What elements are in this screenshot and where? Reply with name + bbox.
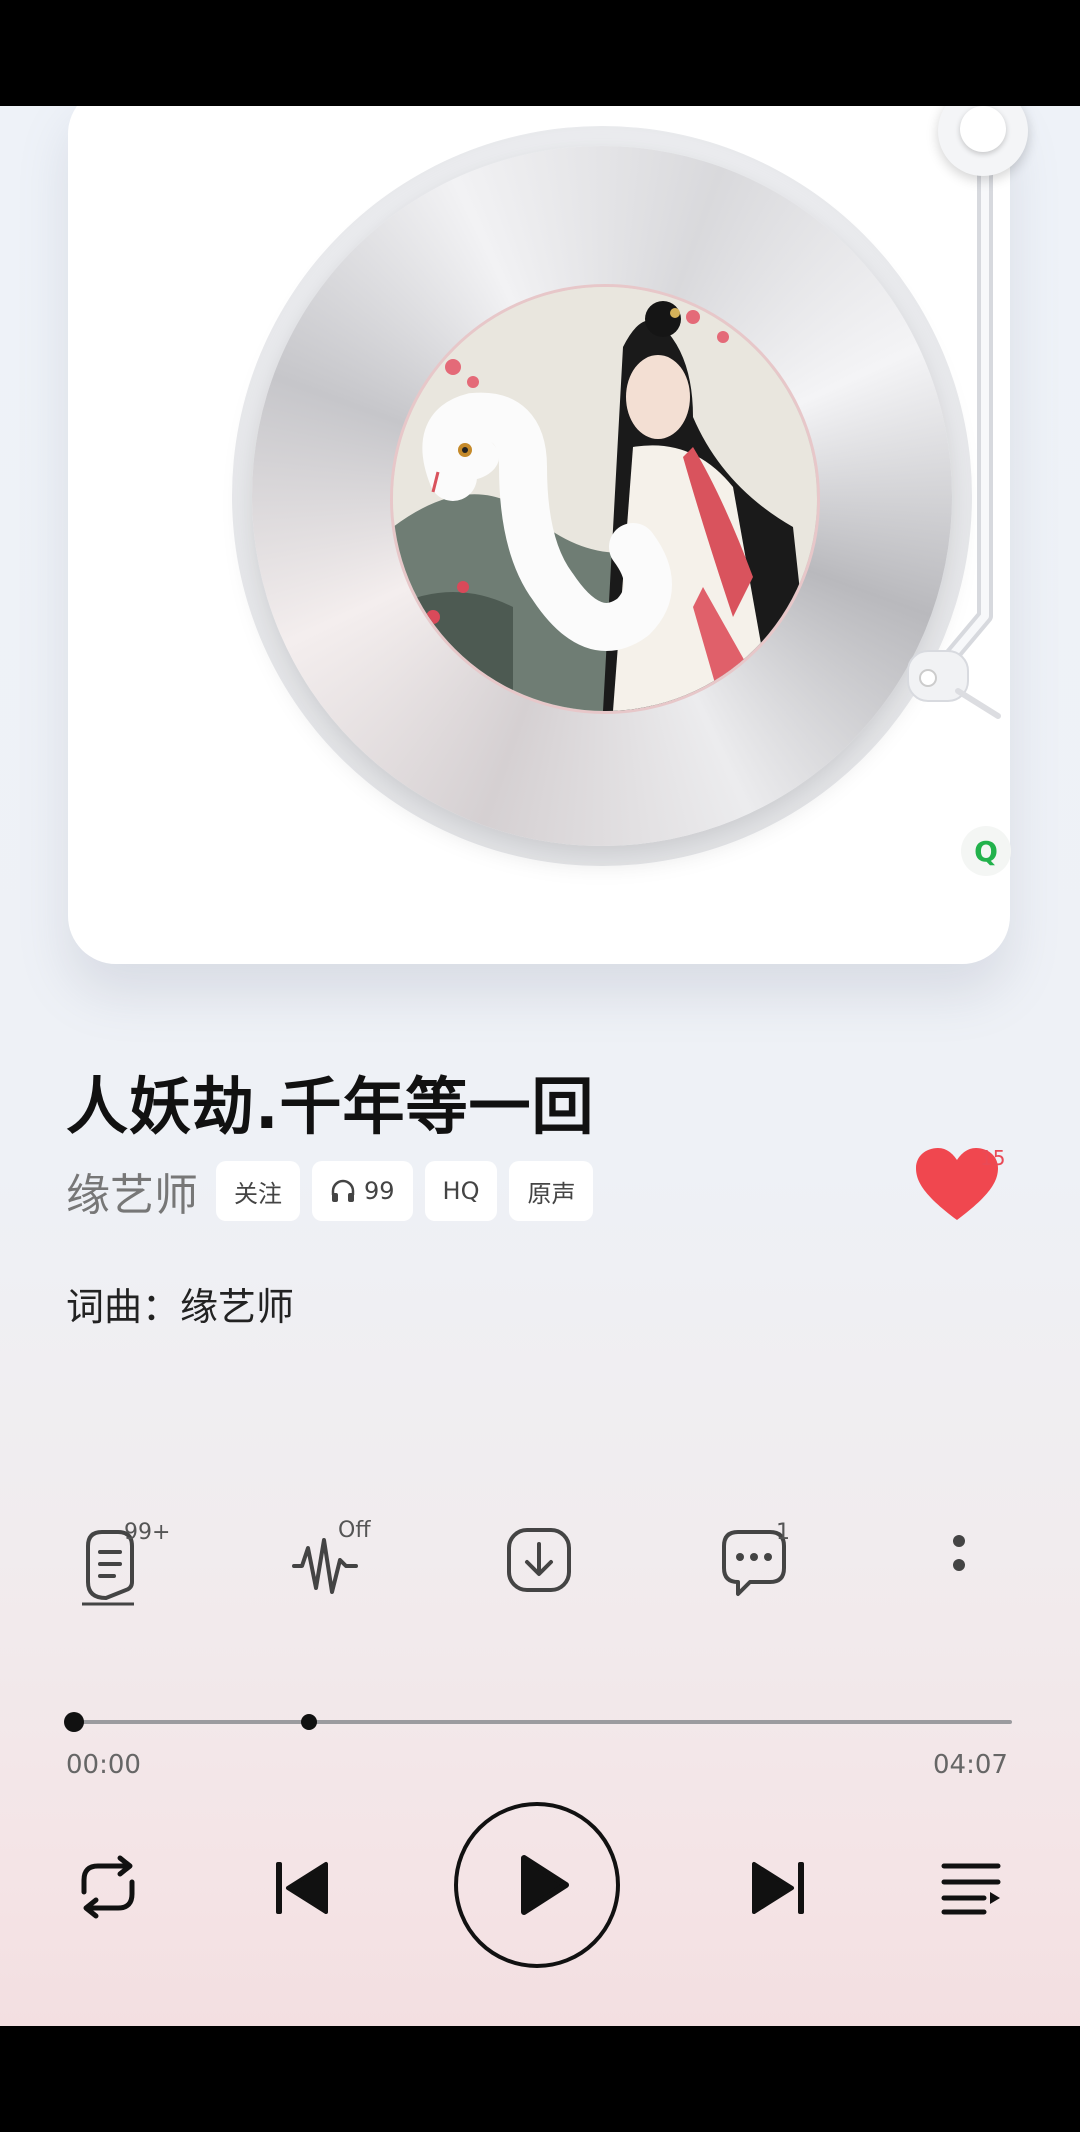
album-cover[interactable] — [390, 284, 820, 714]
player-screen: Q 人妖劫.千年等一回 15 缘艺师 关注 99 HQ 原声 词曲：缘艺师 99… — [0, 106, 1080, 2026]
download-button[interactable] — [505, 1526, 615, 1636]
listen-count-chip[interactable]: 99 — [312, 1161, 413, 1221]
comment-button[interactable]: 1 — [720, 1520, 830, 1636]
song-credits: 词曲：缘艺师 — [66, 1285, 295, 1329]
lyrics-button[interactable]: 99+ — [80, 1520, 190, 1636]
version-chip[interactable]: 原声 — [509, 1161, 594, 1221]
tonearm[interactable] — [888, 146, 1028, 906]
quality-chip[interactable]: HQ — [424, 1161, 498, 1221]
buffer-marker — [300, 1714, 317, 1730]
play-button[interactable] — [454, 1802, 620, 1968]
action-bar: 99+ Off 1 — [0, 1518, 1080, 1636]
total-time: 04:07 — [933, 1750, 1008, 1780]
progress-knob[interactable] — [64, 1712, 84, 1732]
current-time: 00:00 — [66, 1750, 141, 1780]
album-art-image — [393, 287, 817, 711]
chat-badge: 1 — [776, 1520, 790, 1545]
song-title: 人妖劫.千年等一回 — [66, 1070, 595, 1143]
progress-bar[interactable] — [64, 1710, 1012, 1734]
quality-label: HQ — [442, 1177, 480, 1205]
artist-row: 缘艺师 关注 99 HQ 原声 — [66, 1158, 605, 1224]
follow-label: 关注 — [234, 1179, 282, 1208]
comments-badge: 99+ — [124, 1520, 171, 1545]
sound-effect-button[interactable]: Off — [290, 1518, 400, 1636]
more-button[interactable] — [944, 1526, 1054, 1636]
listen-count: 99 — [364, 1177, 395, 1205]
turntable-card: Q — [68, 106, 1028, 964]
source-badge: Q — [961, 826, 1011, 876]
repeat-icon[interactable] — [70, 1852, 146, 1922]
previous-icon[interactable] — [272, 1858, 332, 1918]
play-icon — [521, 1855, 569, 1915]
version-label: 原声 — [527, 1179, 576, 1208]
next-icon[interactable] — [748, 1858, 808, 1918]
download-icon — [507, 1528, 571, 1592]
progress-track — [74, 1720, 1012, 1724]
like-count: 15 — [980, 1146, 1006, 1170]
more-icon — [953, 1535, 965, 1571]
effect-badge: Off — [338, 1518, 371, 1543]
follow-button[interactable]: 关注 — [216, 1161, 300, 1221]
headphone-icon — [331, 1179, 355, 1202]
artist-name[interactable]: 缘艺师 — [66, 1159, 198, 1223]
playlist-icon[interactable] — [940, 1858, 1004, 1918]
